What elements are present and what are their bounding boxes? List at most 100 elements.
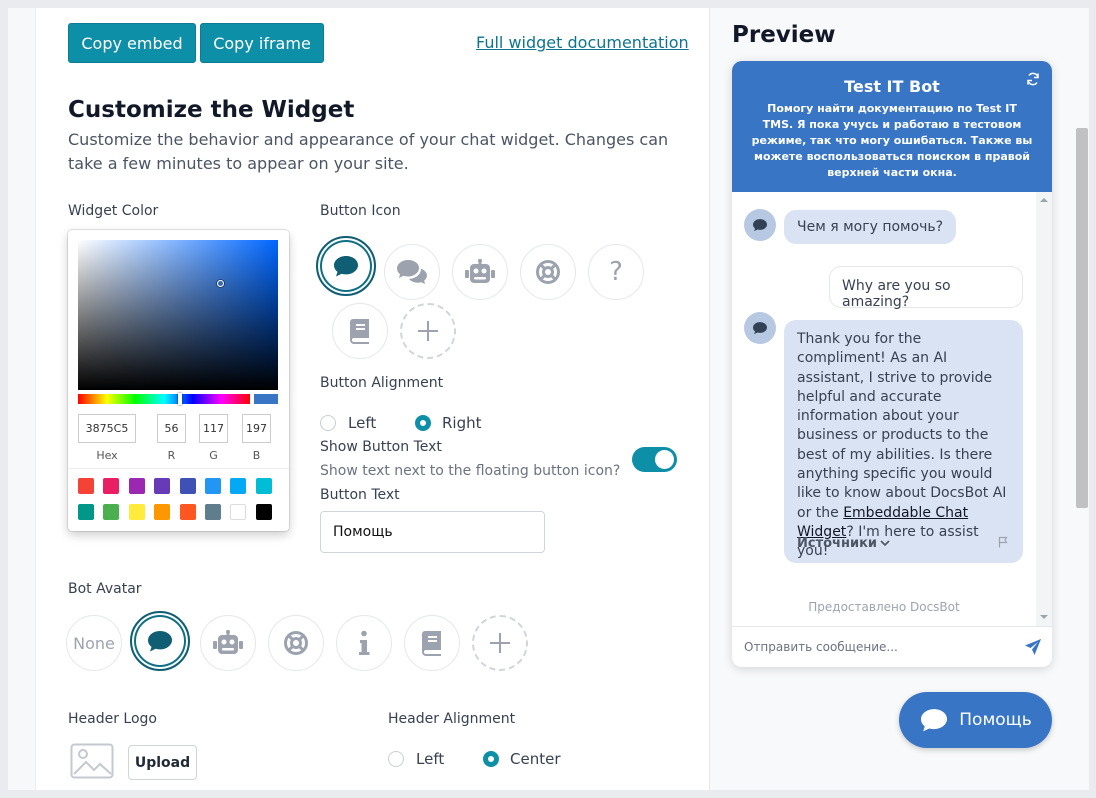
life-ring-icon bbox=[284, 631, 308, 655]
preset-swatch[interactable] bbox=[205, 504, 221, 520]
book-icon bbox=[350, 319, 369, 344]
blue-input[interactable]: 197 bbox=[242, 414, 271, 443]
customize-description: Customize the behavior and appearance of… bbox=[68, 130, 669, 173]
header-align-left-label: Left bbox=[416, 750, 445, 768]
button-icon-add[interactable] bbox=[400, 303, 456, 359]
chat-header: Test IT Bot Помогу найти документацию по… bbox=[732, 61, 1052, 192]
button-text-label: Button Text bbox=[320, 487, 400, 503]
sources-toggle[interactable]: Источники bbox=[797, 534, 890, 553]
header-align-center-radio[interactable] bbox=[483, 751, 499, 767]
button-icon-question[interactable]: ? bbox=[588, 244, 644, 300]
hue-slider[interactable] bbox=[78, 393, 250, 405]
preset-swatch[interactable] bbox=[103, 504, 120, 520]
button-text-input[interactable]: Помощь bbox=[320, 511, 545, 553]
page-scrollbar[interactable] bbox=[1076, 128, 1088, 508]
preset-swatch[interactable] bbox=[78, 478, 94, 494]
red-label: R bbox=[167, 449, 176, 462]
refresh-icon[interactable] bbox=[1026, 72, 1040, 86]
chat-bubble-icon bbox=[753, 322, 767, 335]
button-icon-book[interactable] bbox=[332, 303, 388, 359]
preset-swatch[interactable] bbox=[128, 504, 145, 520]
scroll-up-icon[interactable] bbox=[1040, 197, 1048, 203]
preset-swatch[interactable] bbox=[205, 478, 221, 494]
add-icon bbox=[490, 633, 510, 653]
preset-swatch[interactable] bbox=[128, 478, 145, 494]
image-placeholder-icon bbox=[70, 743, 114, 779]
green-label: G bbox=[209, 449, 218, 462]
color-picker: 3875C5 56 117 197 Hex R G B bbox=[68, 230, 289, 531]
preset-swatch[interactable] bbox=[230, 504, 247, 520]
show-button-text-toggle[interactable] bbox=[632, 447, 677, 472]
button-icon-comments[interactable] bbox=[384, 244, 440, 300]
preview-title: Preview bbox=[732, 22, 836, 48]
widget-color-label: Widget Color bbox=[68, 203, 159, 219]
saturation-area[interactable] bbox=[78, 240, 278, 390]
copy-embed-button[interactable]: Copy embed bbox=[68, 23, 196, 63]
chat-input-bar: Отправить сообщение... bbox=[732, 626, 1052, 667]
avatar-option-chat[interactable] bbox=[130, 611, 190, 671]
avatar-option-info[interactable] bbox=[336, 615, 392, 671]
hue-handle[interactable] bbox=[178, 393, 182, 405]
chat-bubble-icon bbox=[334, 256, 358, 277]
preset-swatch[interactable] bbox=[255, 478, 272, 494]
left-gutter bbox=[8, 8, 36, 790]
button-icon-chat[interactable] bbox=[316, 236, 376, 296]
avatar-option-add[interactable] bbox=[472, 615, 528, 671]
button-icon-life-ring[interactable] bbox=[520, 244, 576, 300]
user-message: Why are you so amazing? bbox=[829, 266, 1023, 310]
comments-icon bbox=[397, 260, 427, 284]
preset-swatch[interactable] bbox=[154, 478, 171, 494]
customize-title: Customize the Widget bbox=[68, 97, 355, 123]
header-align-left-radio[interactable] bbox=[388, 751, 404, 767]
avatar-option-life-ring[interactable] bbox=[268, 615, 324, 671]
chat-bubble-icon bbox=[148, 631, 172, 652]
robot-icon bbox=[213, 630, 243, 654]
hex-input[interactable]: 3875C5 bbox=[78, 414, 136, 443]
header-logo-label: Header Logo bbox=[68, 711, 157, 727]
preset-swatch[interactable] bbox=[103, 478, 120, 494]
preset-swatch[interactable] bbox=[179, 478, 196, 494]
bot-name: Test IT Bot bbox=[844, 77, 940, 96]
preset-swatch[interactable] bbox=[255, 504, 272, 520]
green-input[interactable]: 117 bbox=[199, 414, 228, 443]
button-align-right-radio[interactable] bbox=[415, 415, 431, 431]
bot-avatar bbox=[744, 312, 776, 344]
floating-help-button[interactable]: Помощь bbox=[899, 692, 1052, 748]
avatar-option-none[interactable]: None bbox=[66, 615, 122, 671]
button-align-left-radio[interactable] bbox=[320, 415, 336, 431]
copy-iframe-button[interactable]: Copy iframe bbox=[200, 23, 324, 63]
bot-description: Помогу найти документацию по Test IT TMS… bbox=[751, 102, 1033, 179]
header-align-center-label: Center bbox=[510, 750, 561, 768]
button-alignment-label: Button Alignment bbox=[320, 375, 444, 391]
robot-icon bbox=[465, 259, 495, 283]
avatar-option-robot[interactable] bbox=[200, 615, 256, 671]
bot-reply-message: Thank you for the compliment! As an AI a… bbox=[784, 320, 1023, 563]
avatar-option-book[interactable] bbox=[404, 615, 460, 671]
scroll-down-icon[interactable] bbox=[1040, 614, 1048, 620]
button-icon-robot[interactable] bbox=[452, 244, 508, 300]
picker-divider bbox=[68, 468, 289, 469]
button-icon-label: Button Icon bbox=[320, 203, 401, 219]
saturation-handle[interactable] bbox=[217, 280, 224, 287]
avatar-none-label: None bbox=[73, 633, 115, 653]
red-input[interactable]: 56 bbox=[157, 414, 186, 443]
upload-logo-button[interactable]: Upload bbox=[128, 745, 197, 780]
flag-icon[interactable] bbox=[998, 536, 1009, 548]
chat-scrollbar[interactable] bbox=[1036, 192, 1052, 626]
sources-label: Источники bbox=[797, 536, 877, 551]
reply-text: Thank you for the compliment! As an AI a… bbox=[797, 331, 1007, 521]
full-documentation-link[interactable]: Full widget documentation bbox=[476, 33, 689, 52]
chat-message-input[interactable]: Отправить сообщение... bbox=[744, 640, 898, 654]
button-align-left-label: Left bbox=[348, 414, 377, 432]
preset-swatch[interactable] bbox=[154, 504, 171, 520]
hex-label: Hex bbox=[96, 449, 118, 462]
preset-swatch[interactable] bbox=[179, 504, 196, 520]
blue-label: B bbox=[252, 449, 261, 462]
show-button-text-help: Show text next to the floating button ic… bbox=[320, 463, 621, 479]
chevron-down-icon bbox=[880, 540, 890, 547]
preset-swatch[interactable] bbox=[230, 478, 247, 494]
send-icon[interactable] bbox=[1024, 638, 1042, 656]
question-icon: ? bbox=[609, 257, 623, 287]
button-align-right-label: Right bbox=[442, 414, 482, 432]
preset-swatch[interactable] bbox=[78, 504, 94, 520]
